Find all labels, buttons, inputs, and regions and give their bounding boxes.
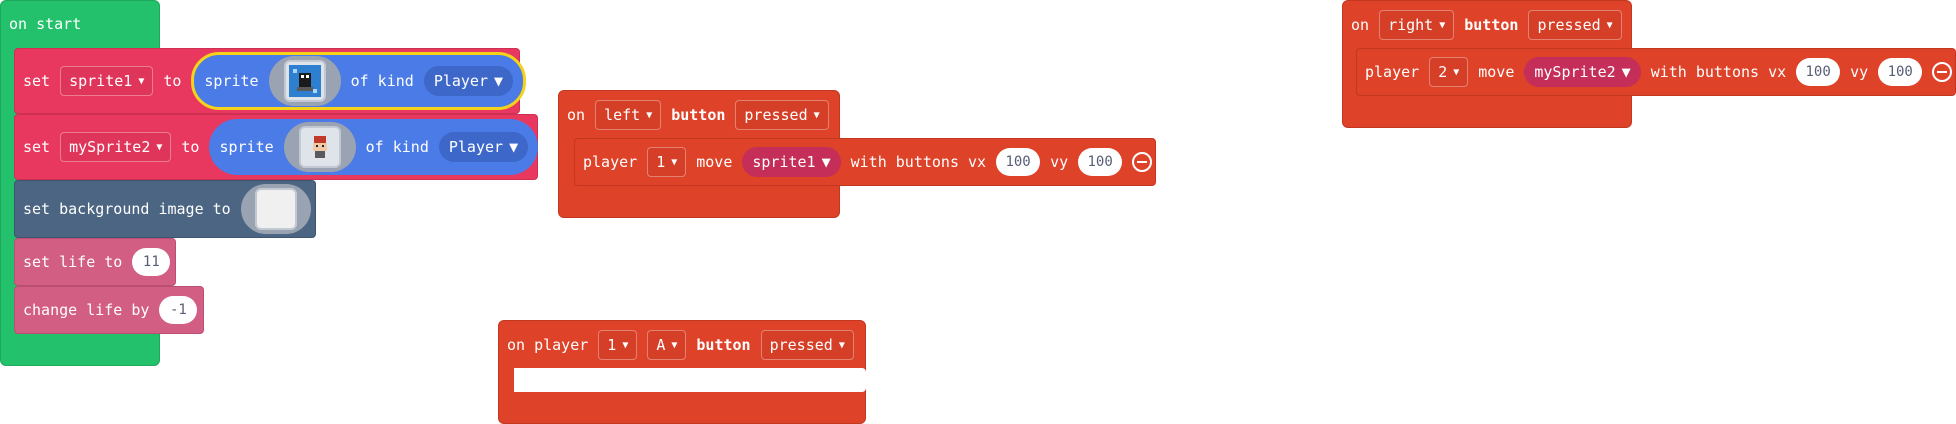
player-label: player bbox=[583, 153, 638, 171]
set-background-label: set background image to bbox=[23, 200, 231, 218]
button-state-value: pressed bbox=[1537, 16, 1601, 34]
player-number-dropdown[interactable]: 2 ▼ bbox=[1429, 57, 1469, 87]
dropdown-arrow-icon: ▼ bbox=[138, 75, 145, 87]
button-name-value: left bbox=[604, 106, 641, 124]
sprite-variable-value: mySprite2 bbox=[1534, 63, 1616, 81]
set-sprite1-block[interactable]: set sprite1 ▼ to sprite of kind Player ▼ bbox=[14, 48, 527, 114]
on-label: on bbox=[567, 106, 586, 124]
dropdown-arrow-icon: ▼ bbox=[494, 72, 504, 90]
dropdown-arrow-icon: ▼ bbox=[1439, 19, 1446, 31]
player-number-dropdown[interactable]: 1 ▼ bbox=[598, 330, 638, 360]
empty-image-icon bbox=[254, 188, 297, 230]
empty-statement-slot[interactable] bbox=[514, 368, 866, 392]
button-name-value: A bbox=[656, 336, 666, 354]
background-image-picker[interactable] bbox=[240, 184, 311, 234]
button-state-dropdown[interactable]: pressed ▼ bbox=[760, 330, 854, 360]
of-kind-label: of kind bbox=[350, 72, 414, 90]
variable-dropdown-sprite1[interactable]: sprite1 ▼ bbox=[60, 66, 154, 96]
dropdown-arrow-icon: ▼ bbox=[838, 339, 845, 351]
change-life-label: change life by bbox=[23, 301, 150, 319]
dropdown-arrow-icon: ▼ bbox=[821, 153, 831, 171]
set-label: set bbox=[23, 138, 51, 156]
button-name-dropdown[interactable]: right ▼ bbox=[1379, 10, 1455, 40]
vy-input[interactable]: 100 bbox=[1078, 148, 1123, 176]
kind-value: Player bbox=[433, 72, 488, 90]
player-number-value: 1 bbox=[607, 336, 617, 354]
dropdown-arrow-icon: ▼ bbox=[671, 156, 678, 168]
button-label: button bbox=[671, 106, 726, 124]
set-life-label: set life to bbox=[23, 253, 123, 271]
on-label: on bbox=[1351, 16, 1370, 34]
button-name-dropdown[interactable]: A ▼ bbox=[647, 330, 687, 360]
vy-label: vy bbox=[1050, 153, 1069, 171]
change-life-block[interactable]: change life by -1 bbox=[14, 286, 204, 334]
sprite-image-picker-2[interactable] bbox=[283, 122, 356, 172]
button-state-value: pressed bbox=[744, 106, 808, 124]
move-label: move bbox=[1478, 63, 1515, 81]
dropdown-arrow-icon: ▼ bbox=[671, 339, 678, 351]
dropdown-arrow-icon: ▼ bbox=[1606, 19, 1613, 31]
dropdown-arrow-icon: ▼ bbox=[646, 109, 653, 121]
button-label: button bbox=[696, 336, 751, 354]
set-life-block[interactable]: set life to 11 bbox=[14, 238, 176, 286]
player-number-value: 1 bbox=[656, 153, 666, 171]
player-number-value: 2 bbox=[1438, 63, 1448, 81]
on-start-label: on start bbox=[9, 15, 82, 33]
with-buttons-vx-label: with buttons vx bbox=[850, 153, 987, 171]
sprite-of-kind-block-1[interactable]: sprite of kind Player ▼ bbox=[191, 52, 527, 110]
sprite-label: sprite bbox=[219, 138, 274, 156]
sprite-image-picker-1[interactable] bbox=[268, 56, 341, 106]
life-value-input[interactable]: 11 bbox=[132, 248, 171, 276]
button-name-dropdown[interactable]: left ▼ bbox=[595, 100, 662, 130]
vy-label: vy bbox=[1850, 63, 1869, 81]
player-move-block-1[interactable]: player 1 ▼ move sprite1 ▼ with buttons v… bbox=[574, 138, 1156, 186]
variable-dropdown-mysprite2[interactable]: mySprite2 ▼ bbox=[60, 132, 172, 162]
button-name-value: right bbox=[1388, 16, 1434, 34]
set-label: set bbox=[23, 72, 51, 90]
set-mysprite2-block[interactable]: set mySprite2 ▼ to sprite of kind Player… bbox=[14, 114, 539, 180]
kind-dropdown-2[interactable]: Player ▼ bbox=[438, 132, 529, 162]
dropdown-arrow-icon: ▼ bbox=[1453, 66, 1460, 78]
remove-arg-icon[interactable] bbox=[1932, 62, 1953, 82]
button-state-dropdown[interactable]: pressed ▼ bbox=[735, 100, 829, 130]
sprite-image-icon bbox=[283, 60, 326, 102]
set-background-image-block[interactable]: set background image to bbox=[14, 180, 316, 238]
button-state-dropdown[interactable]: pressed ▼ bbox=[1528, 10, 1622, 40]
dropdown-arrow-icon: ▼ bbox=[1621, 63, 1631, 81]
vy-input[interactable]: 100 bbox=[1878, 58, 1923, 86]
player-move-block-2[interactable]: player 2 ▼ move mySprite2 ▼ with buttons… bbox=[1356, 48, 1956, 96]
variable-name: sprite1 bbox=[69, 72, 133, 90]
to-label: to bbox=[163, 72, 182, 90]
sprite-image-icon bbox=[298, 126, 341, 168]
sprite-variable-dropdown[interactable]: mySprite2 ▼ bbox=[1524, 57, 1641, 87]
kind-dropdown-1[interactable]: Player ▼ bbox=[423, 66, 514, 96]
vx-input[interactable]: 100 bbox=[996, 148, 1041, 176]
dropdown-arrow-icon: ▼ bbox=[509, 138, 519, 156]
dropdown-arrow-icon: ▼ bbox=[156, 141, 163, 153]
vx-input[interactable]: 100 bbox=[1796, 58, 1841, 86]
dropdown-arrow-icon: ▼ bbox=[813, 109, 820, 121]
move-label: move bbox=[696, 153, 733, 171]
sprite-variable-value: sprite1 bbox=[752, 153, 816, 171]
on-player-label: on player bbox=[507, 336, 589, 354]
with-buttons-vx-label: with buttons vx bbox=[1650, 63, 1787, 81]
player-number-dropdown[interactable]: 1 ▼ bbox=[647, 147, 687, 177]
kind-value: Player bbox=[448, 138, 504, 156]
dropdown-arrow-icon: ▼ bbox=[622, 339, 629, 351]
button-label: button bbox=[1464, 16, 1519, 34]
button-state-value: pressed bbox=[769, 336, 833, 354]
sprite-of-kind-block-2[interactable]: sprite of kind Player ▼ bbox=[209, 119, 539, 175]
change-life-value-input[interactable]: -1 bbox=[159, 296, 198, 324]
sprite-variable-dropdown[interactable]: sprite1 ▼ bbox=[742, 147, 841, 177]
player-label: player bbox=[1365, 63, 1420, 81]
remove-arg-icon[interactable] bbox=[1132, 152, 1153, 172]
of-kind-label: of kind bbox=[365, 138, 429, 156]
variable-name: mySprite2 bbox=[69, 138, 151, 156]
to-label: to bbox=[181, 138, 200, 156]
sprite-label: sprite bbox=[204, 72, 259, 90]
